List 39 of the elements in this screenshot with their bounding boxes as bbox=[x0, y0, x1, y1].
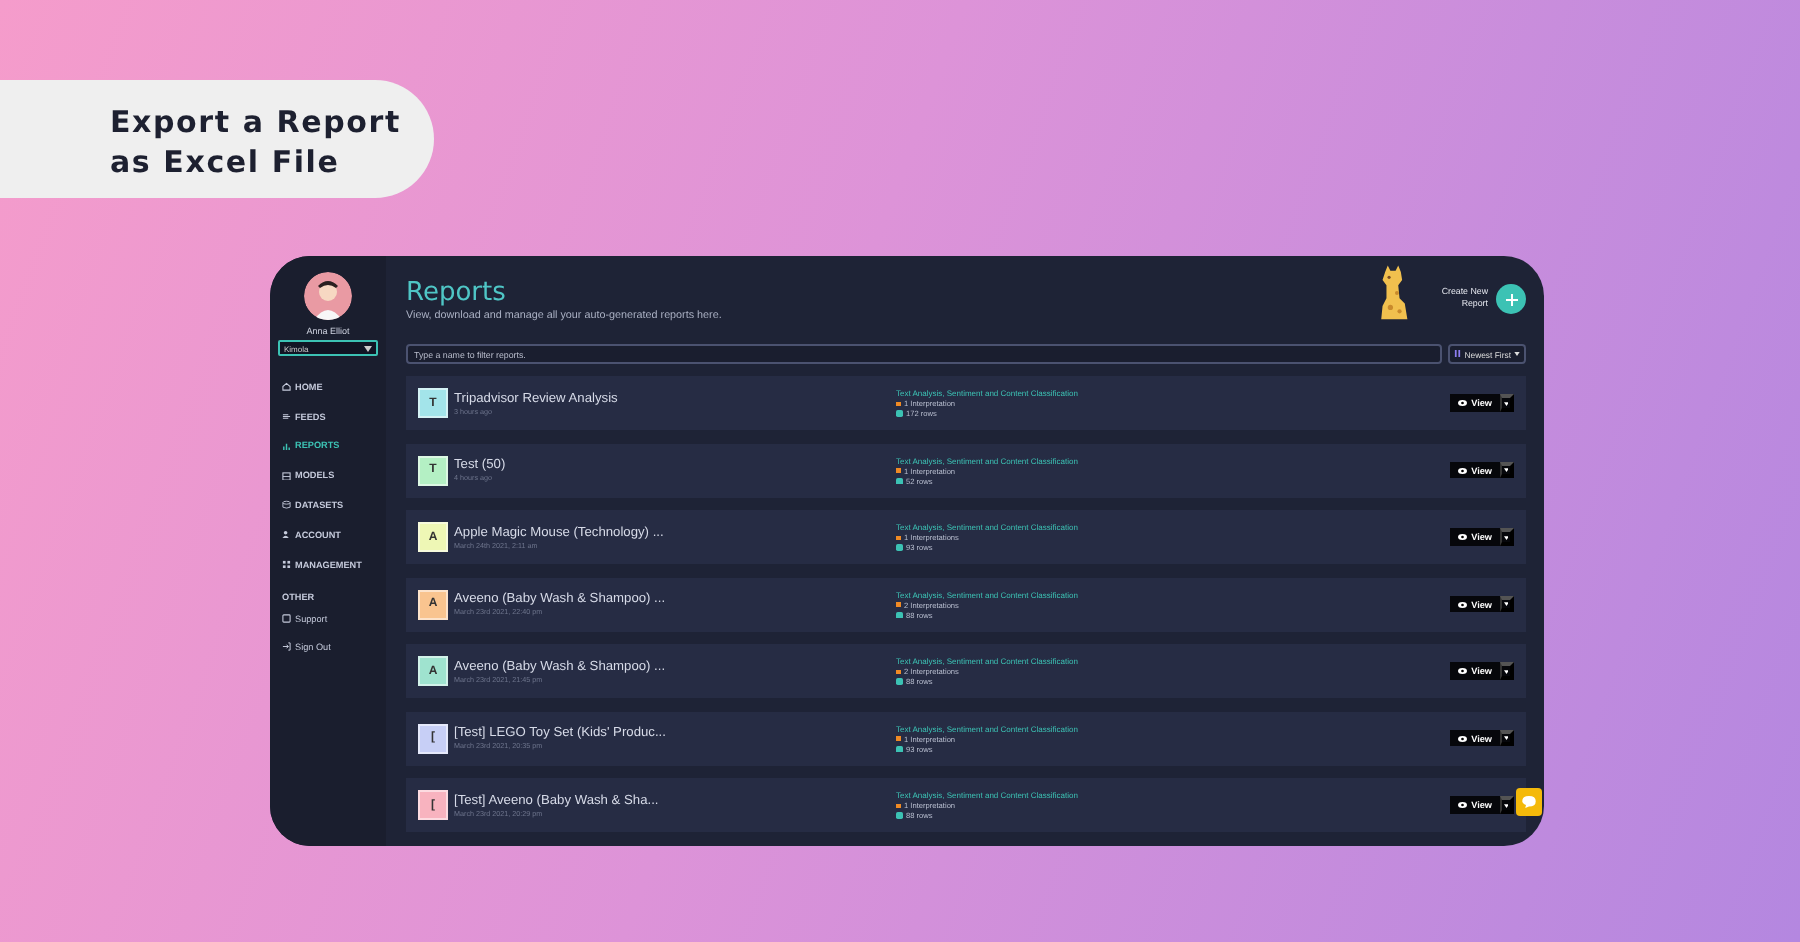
caret-icon bbox=[1514, 352, 1520, 356]
dropdown-button[interactable] bbox=[1500, 595, 1514, 613]
caret-icon bbox=[1503, 803, 1509, 807]
caret-icon bbox=[364, 345, 372, 351]
exit-icon bbox=[282, 642, 291, 652]
dropdown-button[interactable] bbox=[1500, 729, 1514, 747]
eye-icon bbox=[1458, 735, 1468, 741]
tiles-icon bbox=[282, 559, 291, 569]
add-button[interactable] bbox=[1496, 284, 1526, 314]
page-title: Reports bbox=[406, 280, 508, 308]
dropdown-button[interactable] bbox=[1500, 796, 1514, 814]
eye-icon bbox=[1458, 534, 1468, 540]
dropdown-button[interactable] bbox=[1500, 528, 1514, 546]
caret-icon bbox=[1503, 535, 1509, 539]
plus-icon bbox=[1505, 293, 1517, 305]
eye-icon bbox=[1458, 467, 1468, 473]
caret-icon bbox=[1503, 736, 1509, 740]
speech-bubble-icon bbox=[1522, 796, 1536, 808]
eye-icon bbox=[1458, 668, 1468, 674]
sort-icon bbox=[1454, 350, 1462, 358]
caret-icon bbox=[1503, 602, 1509, 606]
eye-icon bbox=[1458, 400, 1468, 406]
caret-icon bbox=[1503, 401, 1509, 405]
dropdown-button[interactable] bbox=[1500, 394, 1514, 412]
dropdown-button[interactable] bbox=[1500, 662, 1514, 680]
dropdown-button[interactable] bbox=[1500, 461, 1514, 479]
giraffe-drawing bbox=[1376, 264, 1410, 322]
banner-title: Export a Report as Excel File bbox=[110, 102, 403, 182]
avatar bbox=[304, 272, 352, 320]
bar-chart-icon bbox=[282, 441, 291, 451]
house-icon bbox=[282, 382, 291, 392]
list-icon bbox=[282, 411, 291, 421]
database-icon bbox=[282, 500, 291, 510]
eye-icon bbox=[1458, 601, 1468, 607]
eye-icon bbox=[1458, 802, 1468, 808]
caret-icon bbox=[1503, 468, 1509, 472]
person-icon bbox=[282, 530, 291, 540]
square-icon bbox=[282, 614, 291, 624]
caret-icon bbox=[1503, 669, 1509, 673]
